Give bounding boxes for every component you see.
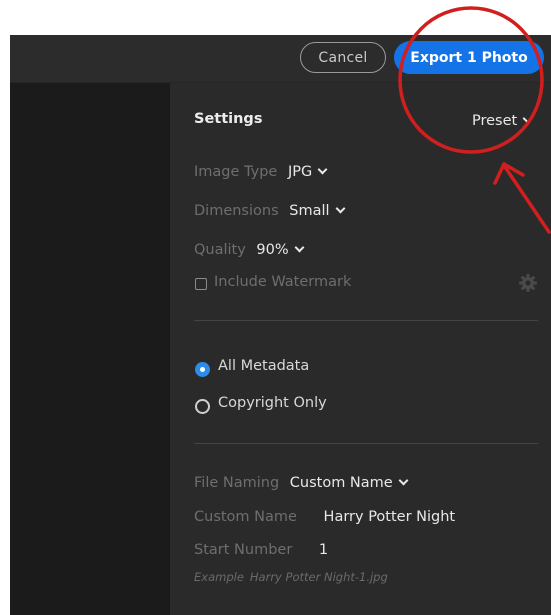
radio-all-metadata[interactable] [195, 362, 210, 377]
dimensions-select[interactable]: Small [289, 203, 345, 219]
watermark-label: Include Watermark [214, 274, 352, 290]
settings-panel: Settings Preset Image Type JPG Dimension… [170, 83, 551, 615]
quality-select[interactable]: 90% [256, 242, 305, 258]
start-number-input[interactable]: 1 [319, 542, 328, 558]
cancel-button[interactable]: Cancel [300, 42, 386, 73]
example-filename: Example Harry Potter Night-1.jpg [194, 570, 388, 584]
chevron-down-icon [294, 242, 305, 253]
chevron-down-icon [335, 203, 345, 214]
export-dialog: Cancel Export 1 Photo Settings Preset Im… [10, 35, 551, 615]
quality-row: Quality 90% [194, 242, 305, 258]
section-divider [194, 443, 538, 444]
export-button[interactable]: Export 1 Photo [394, 41, 544, 74]
file-naming-select[interactable]: Custom Name [289, 475, 409, 491]
example-value: Harry Potter Night-1.jpg [249, 570, 388, 584]
custom-name-input[interactable]: Harry Potter Night [324, 509, 456, 525]
quality-value: 90% [256, 242, 289, 258]
image-type-row: Image Type JPG [194, 164, 328, 180]
preset-dropdown[interactable]: Preset [472, 113, 533, 129]
image-type-select[interactable]: JPG [287, 164, 328, 180]
watermark-checkbox[interactable] [195, 278, 207, 290]
all-metadata-label: All Metadata [218, 358, 310, 374]
example-label: Example [194, 570, 244, 584]
chevron-down-icon [522, 113, 533, 124]
image-type-label: Image Type [194, 164, 278, 180]
copyright-only-label: Copyright Only [218, 395, 327, 411]
custom-name-row: Custom Name Harry Potter Night [194, 509, 455, 525]
file-naming-value: Custom Name [289, 475, 393, 491]
chevron-down-icon [317, 164, 328, 175]
settings-header: Settings [194, 111, 263, 127]
dialog-toolbar: Cancel Export 1 Photo [10, 35, 551, 83]
quality-label: Quality [194, 242, 246, 258]
preset-label: Preset [472, 113, 518, 129]
dimensions-value: Small [289, 203, 330, 219]
chevron-down-icon [398, 475, 409, 486]
section-divider [194, 320, 538, 321]
preview-pane [10, 83, 170, 615]
start-number-row: Start Number 1 [194, 542, 328, 558]
dimensions-row: Dimensions Small [194, 203, 345, 219]
image-type-value: JPG [287, 164, 313, 180]
start-number-label: Start Number [194, 542, 293, 558]
file-naming-row: File Naming Custom Name [194, 475, 409, 491]
file-naming-label: File Naming [194, 475, 280, 491]
gear-icon[interactable] [518, 273, 538, 293]
custom-name-label: Custom Name [194, 509, 297, 525]
dimensions-label: Dimensions [194, 203, 279, 219]
radio-copyright-only[interactable] [195, 399, 210, 414]
